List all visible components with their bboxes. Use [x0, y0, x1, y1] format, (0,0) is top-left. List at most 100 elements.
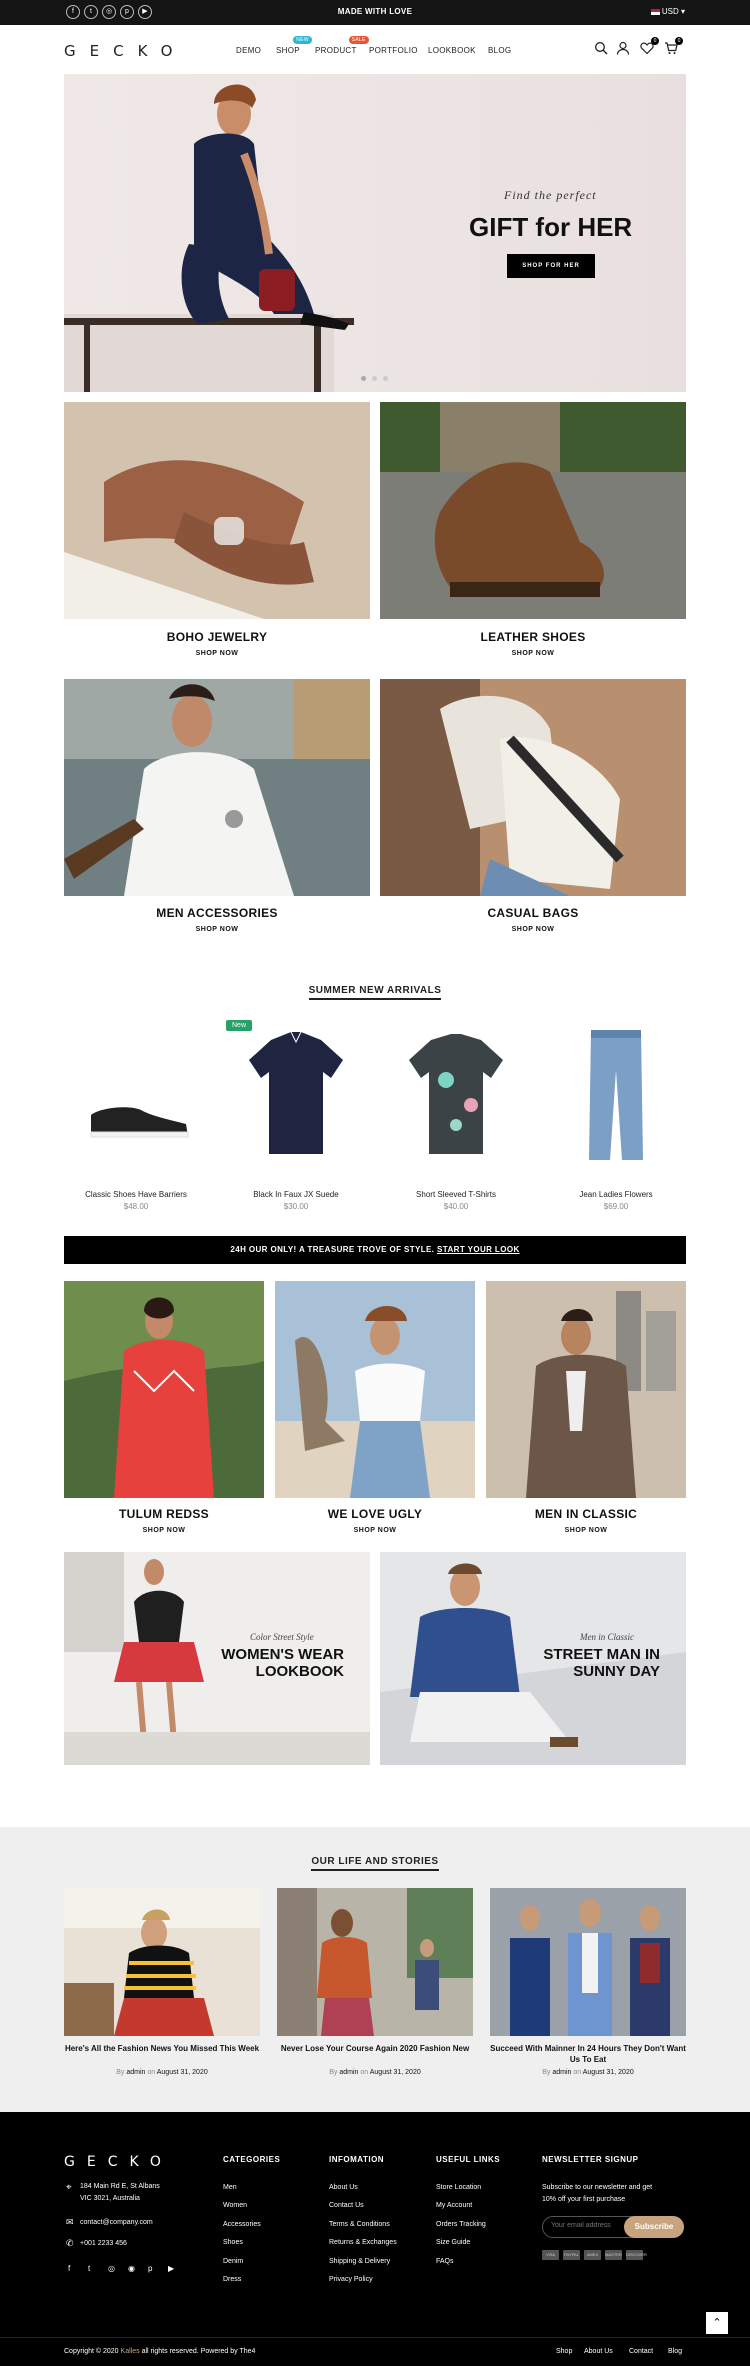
- currency-selector[interactable]: USD ▾: [650, 7, 685, 16]
- collection-we-love-ugly-image[interactable]: [275, 1281, 475, 1498]
- product-name[interactable]: Black In Faux JX Suede: [226, 1190, 366, 1199]
- banner-title: WOMEN'S WEAR LOOKBOOK: [194, 1646, 344, 1680]
- category-title: BOHO JEWELRY: [166, 630, 268, 644]
- shop-now-link[interactable]: SHOP NOW: [275, 1527, 475, 1534]
- shop-now-link[interactable]: SHOP NOW: [380, 926, 686, 933]
- banner-subtitle: Color Street Style: [250, 1632, 314, 1642]
- footer-phone[interactable]: +001 2233 456: [80, 2240, 127, 2247]
- wishlist-icon[interactable]: 0: [640, 37, 659, 55]
- blog-post-title[interactable]: Here's All the Fashion News You Missed T…: [64, 2043, 260, 2054]
- banner-title-line: STREET MAN IN: [543, 1646, 660, 1663]
- post-author[interactable]: admin: [339, 2069, 358, 2076]
- bottom-link-contact[interactable]: Contact: [629, 2348, 653, 2355]
- cart-icon[interactable]: 0: [664, 37, 683, 55]
- footer-link[interactable]: Orders Tracking: [436, 2221, 486, 2228]
- bottom-link-blog[interactable]: Blog: [668, 2348, 682, 2355]
- footer-link[interactable]: Dress: [223, 2276, 241, 2283]
- footer-link[interactable]: Contact Us: [329, 2202, 364, 2209]
- nav-product[interactable]: PRODUCT SALE: [315, 36, 369, 55]
- brand-link[interactable]: Kalles: [121, 2348, 140, 2355]
- useful-links-heading: USEFUL LINKS: [436, 2155, 501, 2164]
- bottom-link-about[interactable]: About Us: [584, 2348, 613, 2355]
- collection-tulum-redss-image[interactable]: [64, 1281, 264, 1498]
- shop-now-link[interactable]: SHOP NOW: [64, 926, 370, 933]
- nav-shop[interactable]: SHOP NEW: [276, 36, 312, 55]
- account-icon[interactable]: [616, 41, 630, 55]
- footer-link[interactable]: About Us: [329, 2184, 358, 2191]
- shop-now-link[interactable]: SHOP NOW: [64, 650, 370, 657]
- footer-link[interactable]: Shipping & Delivery: [329, 2258, 390, 2265]
- email-input[interactable]: [551, 2222, 621, 2229]
- shop-now-link[interactable]: SHOP NOW: [380, 650, 686, 657]
- shop-now-link[interactable]: SHOP NOW: [486, 1527, 686, 1534]
- mail-icon: ✉: [66, 2217, 74, 2227]
- amex-icon: AMEX: [584, 2250, 601, 2260]
- footer-link[interactable]: Size Guide: [436, 2239, 470, 2246]
- hero-slider[interactable]: Find the perfect GIFT for HER SHOP FOR H…: [64, 74, 686, 392]
- instagram-icon[interactable]: ◎: [108, 2264, 115, 2273]
- footer-link[interactable]: Denim: [223, 2258, 243, 2265]
- footer-email[interactable]: contact@company.com: [80, 2219, 153, 2226]
- footer-link[interactable]: Store Location: [436, 2184, 481, 2191]
- category-boho-jewelry-image[interactable]: [64, 402, 370, 619]
- youtube-icon[interactable]: ▶: [168, 2264, 174, 2273]
- womens-wear-banner[interactable]: Color Street Style WOMEN'S WEAR LOOKBOOK: [64, 1552, 370, 1765]
- promo-text: 24H OUR ONLY! A TREASURE TROVE OF STYLE.: [230, 1245, 435, 1254]
- nav-lookbook[interactable]: LOOKBOOK: [428, 46, 476, 55]
- product-name[interactable]: Short Sleeved T-Shirts: [386, 1190, 526, 1199]
- nav-label: PORTFOLIO: [369, 46, 418, 55]
- footer-link[interactable]: Men: [223, 2184, 237, 2191]
- slider-dot-3[interactable]: [383, 376, 388, 381]
- post-author[interactable]: admin: [552, 2069, 571, 2076]
- footer-link[interactable]: My Account: [436, 2202, 472, 2209]
- twitter-icon[interactable]: t: [88, 2264, 90, 2273]
- post-date: August 31, 2020: [156, 2069, 208, 2076]
- footer-link[interactable]: Terms & Conditions: [329, 2221, 390, 2228]
- footer-link[interactable]: FAQs: [436, 2258, 454, 2265]
- footer-link[interactable]: Returns & Exchanges: [329, 2239, 397, 2246]
- blog-post-title[interactable]: Never Lose Your Course Again 2020 Fashio…: [277, 2043, 473, 2054]
- slider-dot-1[interactable]: [361, 376, 366, 381]
- logo[interactable]: GECKO: [64, 42, 186, 60]
- blog-post-title[interactable]: Succeed With Mainner In 24 Hours They Do…: [490, 2043, 686, 2065]
- bottom-link-shop[interactable]: Shop: [556, 2348, 572, 2355]
- mastercard-icon: MASTER: [605, 2250, 622, 2260]
- product-card[interactable]: Jean Ladies Flowers $69.00: [546, 1020, 686, 1211]
- shop-for-her-button[interactable]: SHOP FOR HER: [507, 254, 595, 278]
- nav-label: DEMO: [236, 46, 262, 55]
- footer-logo[interactable]: GECKO: [64, 2154, 173, 2170]
- nav-label: PRODUCT: [315, 46, 357, 55]
- footer-link[interactable]: Women: [223, 2202, 247, 2209]
- blog-post-image: [490, 1888, 686, 2036]
- blog-post-image: [64, 1888, 260, 2036]
- collection-men-in-classic-image[interactable]: [486, 1281, 686, 1498]
- start-your-look-link[interactable]: START YOUR LOOK: [437, 1245, 520, 1254]
- subscribe-button[interactable]: Subscribe: [624, 2216, 684, 2238]
- footer-link[interactable]: Shoes: [223, 2239, 243, 2246]
- facebook-icon[interactable]: f: [68, 2264, 70, 2273]
- search-icon[interactable]: [594, 41, 608, 55]
- street-man-banner[interactable]: Men in Classic STREET MAN IN SUNNY DAY: [380, 1552, 686, 1765]
- nav-demo[interactable]: DEMO: [236, 46, 261, 55]
- category-casual-bags-image[interactable]: [380, 679, 686, 896]
- post-author[interactable]: admin: [126, 2069, 145, 2076]
- collection-title: TULUM REDSS: [119, 1507, 209, 1521]
- shop-now-link[interactable]: SHOP NOW: [64, 1527, 264, 1534]
- address-line: 184 Main Rd E, St Albans: [80, 2183, 160, 2190]
- pinterest-icon[interactable]: ◉: [128, 2264, 135, 2273]
- product-name[interactable]: Classic Shoes Have Barriers: [66, 1190, 206, 1199]
- nav-portfolio[interactable]: PORTFOLIO: [369, 46, 418, 55]
- footer-link[interactable]: Accessories: [223, 2221, 261, 2228]
- category-men-accessories-image[interactable]: [64, 679, 370, 896]
- product-card[interactable]: Short Sleeved T-Shirts $40.00: [386, 1020, 526, 1211]
- blog-post-image: [277, 1888, 473, 2036]
- pinterest-alt-icon[interactable]: p: [148, 2264, 152, 2273]
- category-leather-shoes-image[interactable]: [380, 402, 686, 619]
- product-card[interactable]: Classic Shoes Have Barriers $48.00: [66, 1020, 206, 1211]
- footer-link[interactable]: Privacy Policy: [329, 2276, 373, 2283]
- back-to-top-button[interactable]: ⌃: [706, 2312, 728, 2334]
- product-card[interactable]: New Black In Faux JX Suede $30.00: [226, 1020, 366, 1211]
- product-name[interactable]: Jean Ladies Flowers: [546, 1190, 686, 1199]
- nav-blog[interactable]: BLOG: [488, 46, 511, 55]
- slider-dot-2[interactable]: [372, 376, 377, 381]
